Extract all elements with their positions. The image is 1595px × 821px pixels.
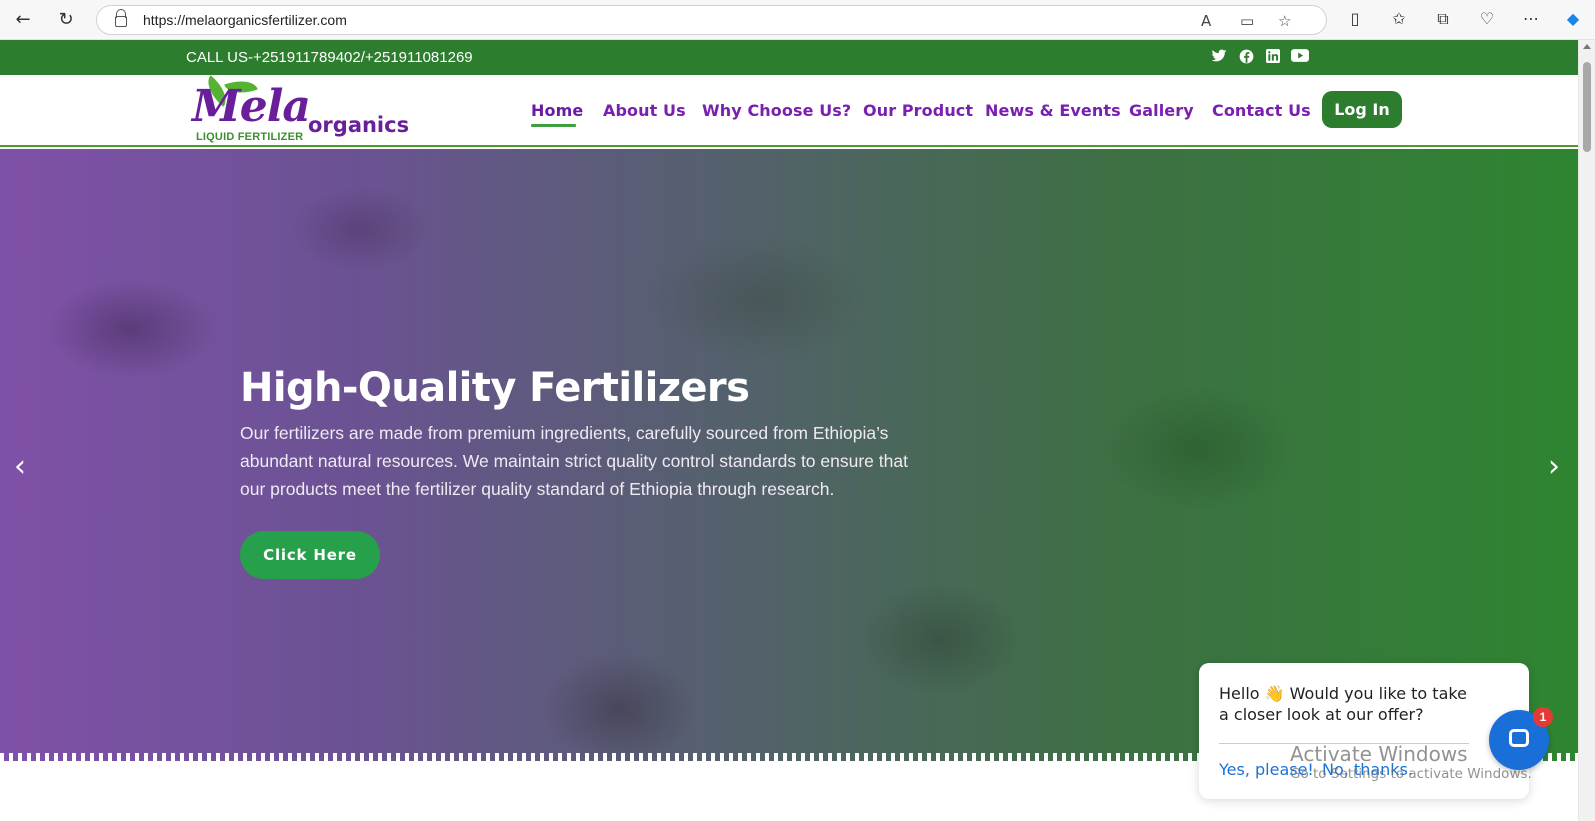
hero-cta-button[interactable]: Click Here bbox=[240, 531, 380, 579]
facebook-icon[interactable] bbox=[1238, 49, 1254, 65]
next-slide-arrow-icon[interactable]: › bbox=[1542, 452, 1566, 482]
youtube-icon[interactable] bbox=[1291, 49, 1309, 65]
scroll-thumb[interactable] bbox=[1583, 62, 1591, 152]
nav-our-product[interactable]: Our Product bbox=[863, 101, 973, 120]
nav-contact-us[interactable]: Contact Us bbox=[1212, 101, 1311, 120]
logo-organics-text: organics bbox=[308, 113, 410, 137]
scroll-up-icon[interactable] bbox=[1583, 44, 1591, 49]
refresh-icon[interactable]: ↻ bbox=[53, 8, 79, 32]
read-aloud-icon[interactable]: A bbox=[1201, 12, 1211, 30]
more-icon[interactable]: ⋯ bbox=[1520, 9, 1542, 28]
nav-about-us[interactable]: About Us bbox=[603, 101, 686, 120]
browser-toolbar: ← ↻ https://melaorganicsfertilizer.com A… bbox=[0, 0, 1595, 40]
favorite-icon[interactable]: ☆ bbox=[1278, 12, 1291, 30]
logo-mela-text: Mela bbox=[192, 81, 311, 132]
prev-slide-arrow-icon[interactable]: ‹ bbox=[8, 452, 32, 482]
page-scrollbar[interactable] bbox=[1578, 40, 1595, 821]
nav-gallery[interactable]: Gallery bbox=[1129, 101, 1194, 120]
lock-icon[interactable] bbox=[115, 9, 127, 27]
chat-bubble-icon bbox=[1509, 729, 1529, 747]
copilot-icon[interactable]: ◆ bbox=[1562, 9, 1584, 28]
nav-why-choose-us[interactable]: Why Choose Us? bbox=[702, 101, 851, 120]
activate-windows-subtext: Go to Settings to activate Windows. bbox=[1290, 766, 1532, 782]
mela-organics-logo[interactable]: Mela organics LIQUID FERTILIZER bbox=[190, 74, 410, 145]
logo-subtitle: LIQUID FERTILIZER bbox=[196, 131, 304, 143]
address-bar[interactable]: https://melaorganicsfertilizer.com A ▭ ☆ bbox=[96, 5, 1327, 35]
nav-home[interactable]: Home bbox=[531, 101, 583, 120]
immersive-reader-icon[interactable]: ▭ bbox=[1240, 12, 1254, 30]
nav-news-events[interactable]: News & Events bbox=[985, 101, 1121, 120]
split-screen-icon[interactable]: ▯ bbox=[1344, 9, 1366, 28]
favorites-icon[interactable]: ✩ bbox=[1388, 9, 1410, 28]
contact-topbar: CALL US-+251911789402/+251911081269 bbox=[0, 40, 1578, 75]
hero-description: Our fertilizers are made from premium in… bbox=[240, 423, 908, 499]
linkedin-icon[interactable] bbox=[1265, 49, 1281, 65]
hero-title: High-Quality Fertilizers bbox=[240, 365, 750, 411]
login-button[interactable]: Log In bbox=[1322, 91, 1402, 128]
activate-windows-watermark: Activate Windows bbox=[1290, 742, 1468, 766]
site-header: Mela organics LIQUID FERTILIZER Home Abo… bbox=[0, 74, 1578, 147]
active-nav-indicator bbox=[531, 124, 576, 127]
browser-essentials-icon[interactable]: ♡ bbox=[1476, 9, 1498, 28]
collections-icon[interactable]: ⧉ bbox=[1432, 9, 1454, 29]
phone-numbers: CALL US-+251911789402/+251911081269 bbox=[186, 49, 473, 66]
chat-notification-badge: 1 bbox=[1533, 707, 1553, 727]
chat-message: Hello 👋 Would you like to take a closer … bbox=[1219, 684, 1467, 724]
back-icon[interactable]: ← bbox=[10, 8, 36, 32]
twitter-icon[interactable] bbox=[1211, 49, 1227, 65]
url-text[interactable]: https://melaorganicsfertilizer.com bbox=[143, 12, 347, 28]
